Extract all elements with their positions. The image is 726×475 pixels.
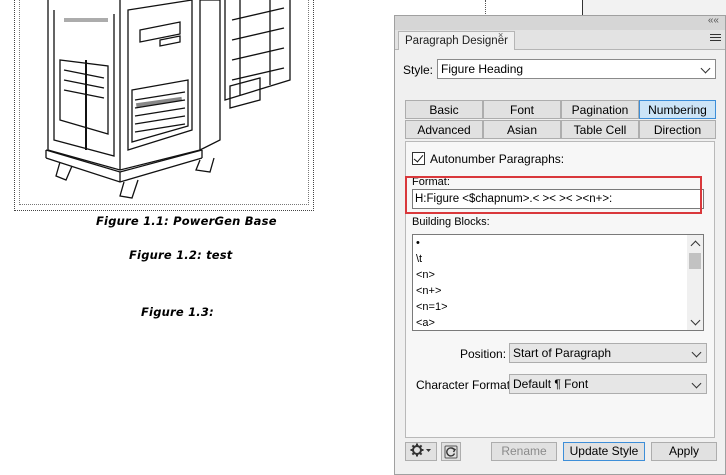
chevron-down-icon: [691, 347, 702, 358]
gear-button[interactable]: [405, 442, 437, 461]
refresh-button[interactable]: [441, 442, 461, 461]
panel-tabbar: Paragraph Designer ×: [395, 30, 725, 50]
character-format-label: Character Format:: [416, 378, 514, 392]
position-select[interactable]: Start of Paragraph: [509, 343, 707, 363]
update-style-button[interactable]: Update Style: [563, 442, 645, 461]
close-icon[interactable]: ×: [498, 30, 503, 40]
scroll-down-icon[interactable]: [690, 315, 701, 326]
figure-caption-2[interactable]: Figure 1.2: test: [129, 248, 233, 262]
autonumber-checkbox[interactable]: [412, 152, 425, 165]
style-value: Figure Heading: [441, 62, 524, 76]
tab-advanced[interactable]: Advanced: [405, 120, 483, 139]
apply-button[interactable]: Apply: [651, 442, 717, 461]
list-item[interactable]: <n>: [416, 269, 435, 281]
chevron-down-icon: [700, 63, 711, 74]
scroll-up-icon[interactable]: [690, 240, 701, 251]
tab-label: Paragraph Designer: [405, 35, 508, 47]
list-item[interactable]: <n=1>: [416, 301, 448, 313]
tab-pagination[interactable]: Pagination: [561, 100, 639, 119]
autonumber-label: Autonumber Paragraphs:: [430, 152, 565, 166]
panel-titlebar[interactable]: ««: [395, 15, 725, 30]
figure-frame[interactable]: [14, 0, 314, 211]
character-format-value: Default ¶ Font: [513, 377, 589, 391]
character-format-select[interactable]: Default ¶ Font: [509, 374, 707, 394]
style-select[interactable]: Figure Heading: [437, 59, 716, 79]
generator-illustration: [45, 0, 291, 199]
style-label: Style:: [403, 63, 434, 77]
tab-asian[interactable]: Asian: [483, 120, 561, 139]
figure-caption-3[interactable]: Figure 1.3:: [141, 305, 214, 319]
tab-font[interactable]: Font: [483, 100, 561, 119]
scroll-thumb[interactable]: [689, 253, 701, 269]
document-canvas[interactable]: Figure 1.1: PowerGen Base Figure 1.2: te…: [0, 0, 726, 475]
gear-icon: [410, 443, 431, 457]
figure-caption-1[interactable]: Figure 1.1: PowerGen Base: [96, 214, 277, 228]
chevron-down-icon: [691, 378, 702, 389]
list-item[interactable]: <n+>: [416, 285, 441, 297]
tab-table-cell[interactable]: Table Cell: [561, 120, 639, 139]
tab-basic[interactable]: Basic: [405, 100, 483, 119]
position-label: Position:: [460, 347, 507, 361]
tab-numbering[interactable]: Numbering: [639, 100, 716, 119]
rename-button[interactable]: Rename: [491, 442, 557, 461]
paragraph-designer-panel: «« Paragraph Designer × Style: Figure He…: [394, 15, 726, 475]
building-blocks-label: Building Blocks:: [412, 216, 490, 228]
position-value: Start of Paragraph: [513, 346, 612, 360]
list-item[interactable]: \t: [416, 253, 422, 265]
collapse-icon[interactable]: ««: [708, 15, 719, 26]
refresh-icon: [444, 445, 458, 459]
list-item[interactable]: <a>: [416, 317, 435, 329]
list-scrollbar[interactable]: [687, 235, 703, 330]
tab-direction[interactable]: Direction: [639, 120, 716, 139]
menu-icon[interactable]: [710, 34, 721, 43]
anchored-frame: [19, 0, 309, 205]
building-blocks-list[interactable]: • \t <n> <n+> <n=1> <a>: [412, 234, 704, 331]
format-highlight: [405, 176, 702, 214]
list-item[interactable]: •: [416, 237, 420, 249]
